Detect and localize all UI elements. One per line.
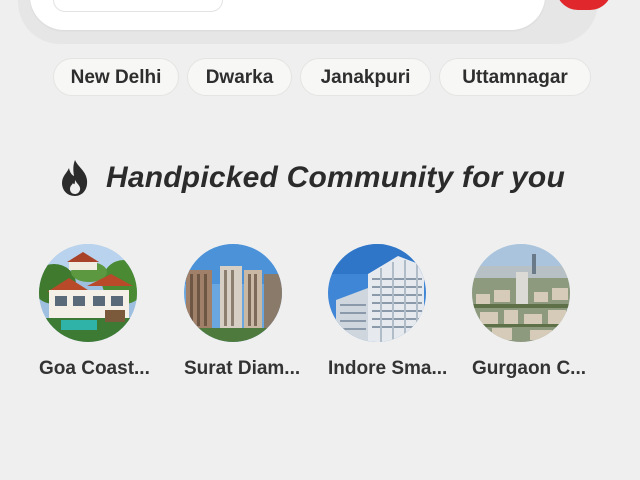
flame-icon (62, 160, 88, 196)
chip-new-delhi[interactable]: New Delhi (53, 58, 179, 96)
chip-janakpuri[interactable]: Janakpuri (300, 58, 431, 96)
community-card[interactable]: Gurgaon C... (472, 244, 612, 380)
chip-uttamnagar[interactable]: Uttamnagar (439, 58, 591, 96)
community-image-gurgaon (472, 244, 570, 342)
community-name: Gurgaon C... (472, 358, 586, 379)
community-card[interactable]: Surat Diam... (184, 244, 324, 380)
location-chips: New Delhi Dwarka Janakpuri Uttamnagar (0, 58, 640, 98)
community-image-goa (39, 244, 137, 342)
search-input[interactable] (53, 0, 223, 12)
chip-dwarka[interactable]: Dwarka (187, 58, 292, 96)
community-name: Goa Coast... (39, 358, 150, 379)
community-image-indore (328, 244, 426, 342)
section-header: Handpicked Community for you (58, 156, 565, 200)
community-name: Surat Diam... (184, 358, 301, 379)
community-card[interactable]: Goa Coast... (39, 244, 179, 380)
community-card[interactable]: Indore Sma... (328, 244, 468, 380)
community-name: Indore Sma... (328, 358, 448, 379)
section-title: Handpicked Community for you (106, 161, 565, 194)
community-image-surat (184, 244, 282, 342)
